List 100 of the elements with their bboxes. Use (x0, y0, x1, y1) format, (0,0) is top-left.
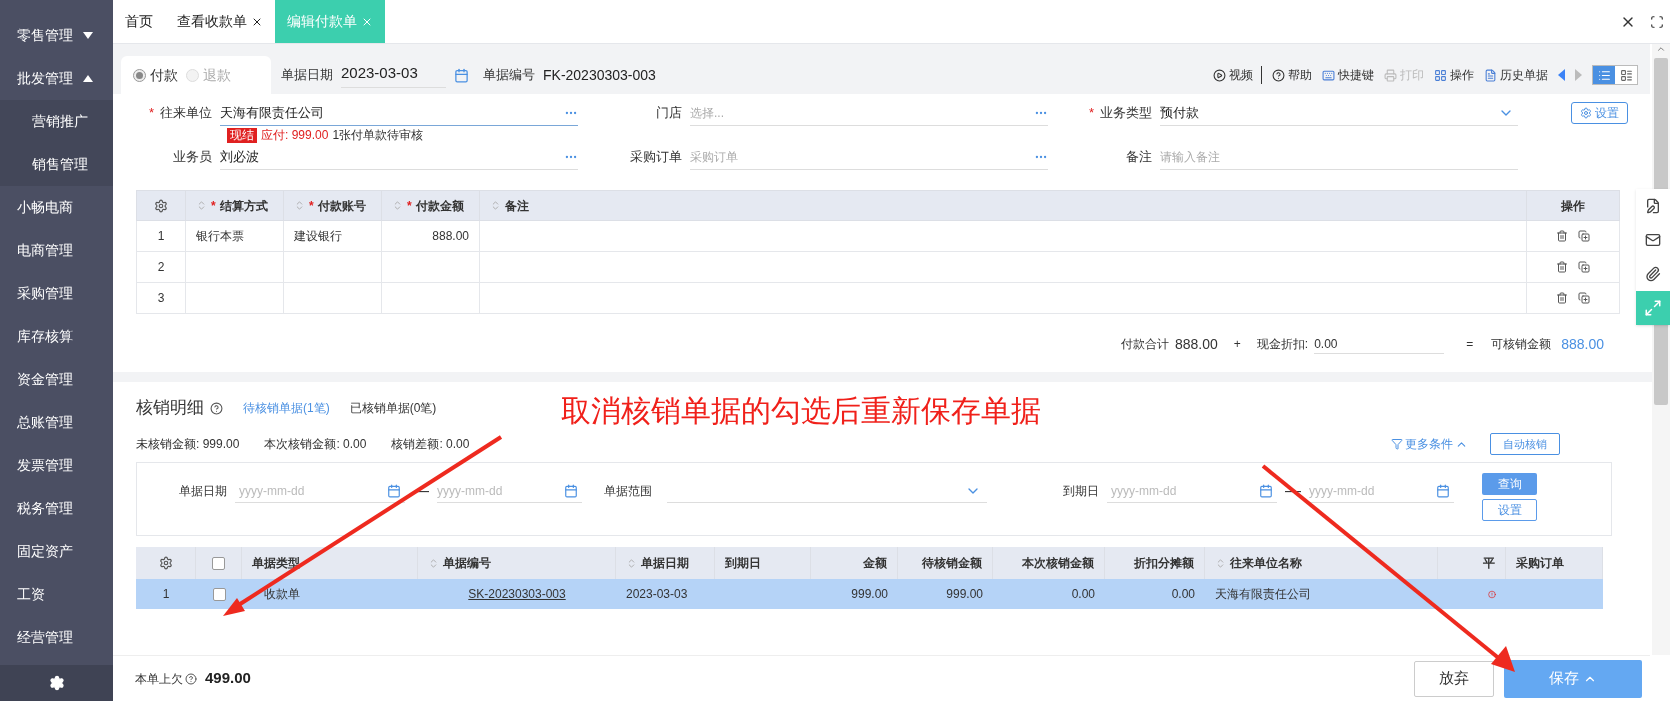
expand-icon[interactable] (1644, 299, 1662, 317)
grid-icon (1434, 68, 1447, 82)
summary-text: 核销差额: 0.00 (391, 436, 470, 453)
required-mark: * (148, 104, 154, 123)
sidebar-item[interactable]: 小畅电商 (0, 186, 113, 229)
delete-icon[interactable] (1556, 292, 1568, 304)
lookup-field[interactable]: 刘必波 (220, 144, 578, 170)
calendar-icon[interactable] (454, 67, 469, 83)
settings-button[interactable]: 设置 (1571, 102, 1628, 124)
calendar-icon[interactable] (387, 483, 401, 498)
select-field[interactable]: 预付款 (1160, 100, 1518, 126)
sidebar-item[interactable]: 经营管理 (0, 616, 113, 659)
total-value: 888.00 (1174, 334, 1218, 354)
play-icon (1213, 68, 1226, 82)
sidebar-item[interactable]: 总账管理 (0, 401, 113, 444)
table-header-cell: 备注 (480, 191, 1527, 220)
toolbar-button[interactable]: 快捷键 (1322, 66, 1374, 84)
table-cell-text: 收款单 (264, 586, 300, 603)
sidebar-item[interactable]: 资金管理 (0, 358, 113, 401)
settings-icon[interactable] (154, 198, 168, 213)
filter-icon (1391, 438, 1403, 450)
document-number: FK-20230303-003 (543, 65, 656, 85)
view-toggle[interactable] (1615, 66, 1637, 84)
table-header-cell: * 付款金额 (382, 191, 480, 220)
sidebar-item[interactable]: 固定资产 (0, 530, 113, 573)
sidebar-item[interactable]: 库存核算 (0, 315, 113, 358)
settings-icon[interactable] (158, 556, 173, 570)
field-label: 单据日期 (281, 66, 333, 85)
settings-button[interactable]: 设置 (1482, 499, 1537, 521)
table-cell-text: 2023-03-03 (626, 586, 688, 603)
field-label: 业务类型 (1100, 104, 1152, 123)
table-cell-text: 888.00 (432, 228, 469, 245)
gear-icon (1580, 107, 1592, 119)
scroll-up-icon[interactable] (1656, 44, 1666, 54)
delete-icon[interactable] (1556, 261, 1568, 273)
sidebar-item[interactable]: 税务管理 (0, 487, 113, 530)
sidebar-item[interactable]: 发票管理 (0, 444, 113, 487)
date-field[interactable]: 2023-03-03 (341, 62, 446, 88)
auto-verify-button[interactable]: 自动核销 (1490, 433, 1560, 455)
sidebar-item[interactable]: 电商管理 (0, 229, 113, 272)
required-mark: * (309, 197, 314, 215)
calendar-icon[interactable] (564, 483, 578, 498)
add-row-icon[interactable] (1578, 230, 1590, 242)
lookup-field[interactable]: 天海有限责任公司 (220, 100, 578, 126)
table-row[interactable]: 1 收款单 SK-20230303-003 2023-03-03 999.00 999.00 0.00 0.00 天海有限责任公司 (136, 579, 1603, 609)
field-label: 业务员 (173, 148, 212, 167)
mail-icon[interactable] (1645, 232, 1661, 248)
tab[interactable]: 待核销单据(1笔) (243, 399, 330, 417)
table-cell-text: 建设银行 (294, 228, 342, 245)
table-cell-text: 999.00 (851, 586, 888, 603)
available-value: 888.00 (1561, 334, 1604, 354)
help-icon[interactable] (185, 672, 197, 685)
field-label: 门店 (656, 104, 682, 123)
toolbar-button[interactable]: 历史单据 (1484, 66, 1548, 84)
summary-text: 未核销金额: 999.00 (136, 436, 240, 453)
sidebar-subitem[interactable]: 营销推广 (0, 100, 113, 143)
tab[interactable]: 已核销单据(0笔) (349, 399, 437, 417)
required-mark: * (407, 197, 412, 215)
table-header-cell: * 结算方式 (186, 191, 284, 220)
add-row-icon[interactable] (1578, 292, 1590, 304)
sidebar-subitem[interactable]: 销售管理 (0, 143, 113, 186)
fullscreen-icon[interactable] (1650, 14, 1664, 29)
draft-icon[interactable] (1645, 198, 1661, 214)
field-label: 备注 (1126, 148, 1152, 167)
table-cell-text: 0.00 (1171, 586, 1195, 603)
delete-icon[interactable] (1556, 230, 1568, 242)
document-link[interactable]: SK-20230303-003 (468, 585, 566, 603)
printer-icon (1384, 68, 1397, 82)
field-label: 单据范围 (604, 483, 653, 500)
toolbar-button[interactable]: 视频 (1213, 66, 1262, 84)
sidebar-item[interactable]: 零售管理 (0, 14, 113, 57)
checkbox[interactable] (212, 556, 225, 570)
total-label: 付款合计 (1120, 336, 1169, 353)
attachment-icon[interactable] (1645, 266, 1661, 282)
tab[interactable]: 查看收款单 (165, 0, 275, 43)
previous-icon[interactable] (1558, 69, 1565, 81)
amount-due: 应付: 999.00 (261, 127, 329, 144)
view-toggle[interactable] (1593, 66, 1615, 84)
toolbar-button[interactable]: 帮助 (1272, 66, 1312, 84)
calendar-icon[interactable] (1259, 483, 1273, 498)
discount-field[interactable]: 0.00 (1314, 334, 1445, 354)
table-header-cell-text: 操作 (1560, 197, 1586, 215)
help-icon[interactable] (210, 401, 223, 415)
discard-button[interactable]: 放弃 (1414, 660, 1494, 697)
equals-sign: = (1466, 336, 1474, 353)
next-icon[interactable] (1575, 69, 1582, 81)
checkbox[interactable] (212, 587, 226, 601)
tab[interactable]: 首页 (113, 0, 165, 43)
more-conditions-link[interactable]: 更多条件 (1391, 435, 1468, 453)
available-label: 可核销金额 (1491, 336, 1552, 353)
add-row-icon[interactable] (1578, 261, 1590, 273)
radio-option[interactable]: 付款 (133, 64, 178, 86)
field-label: 单据编号 (483, 66, 535, 85)
status-badge: 现结 (227, 127, 257, 143)
calendar-icon[interactable] (1436, 483, 1450, 498)
annotation-text: 取消核销单据的勾选后重新保存单据 (561, 393, 1041, 429)
sidebar-item[interactable]: 批发管理 (0, 57, 113, 100)
sidebar-item[interactable]: 工资 (0, 573, 113, 616)
toolbar-button[interactable]: 操作 (1434, 66, 1474, 84)
sidebar-item[interactable]: 采购管理 (0, 272, 113, 315)
